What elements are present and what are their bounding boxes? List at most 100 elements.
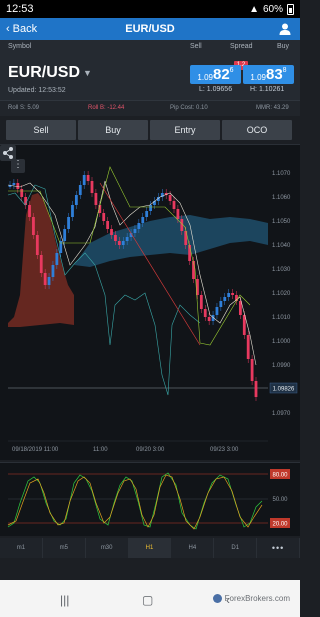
candle-body bbox=[43, 273, 47, 285]
price-chart[interactable]: 1.1070 1.1060 1.1050 1.1040 1.1030 1.1020 1.10… bbox=[0, 144, 300, 460]
candle-body bbox=[71, 205, 74, 217]
candle-body bbox=[82, 175, 86, 185]
oscillator-panel[interactable]: 80.00 50.00 20.00 bbox=[0, 462, 300, 536]
column-header: Symbol Sell Spread Buy bbox=[0, 40, 300, 54]
caret-down-icon: ▼ bbox=[83, 67, 92, 78]
candle-body bbox=[141, 217, 145, 223]
y-tick-label: 1.0990 bbox=[272, 363, 291, 369]
tf-m30[interactable]: m30 bbox=[86, 538, 129, 558]
status-time: 12:53 bbox=[6, 3, 34, 15]
watermark: ForexBrokers.com bbox=[212, 594, 290, 603]
home-icon[interactable]: ▢ bbox=[142, 593, 153, 607]
candle-body bbox=[67, 217, 70, 229]
more-icon[interactable]: ••• bbox=[257, 538, 300, 558]
y-tick-label: 1.1010 bbox=[272, 315, 291, 321]
sell-button[interactable]: Sell bbox=[6, 120, 76, 140]
candle-body bbox=[250, 359, 254, 381]
y-tick-label: 1.1060 bbox=[272, 195, 291, 201]
pip-cost: Pip Cost: 0.10 bbox=[170, 105, 208, 111]
candle-body bbox=[254, 381, 258, 397]
buy-price-big: 83 bbox=[265, 66, 283, 83]
candle-body bbox=[149, 205, 152, 211]
buy-price-pip: 8 bbox=[282, 67, 287, 74]
y-axis: 1.1070 1.1060 1.1050 1.1040 1.1030 1.1020 1.10… bbox=[272, 171, 291, 417]
back-button[interactable]: ‹ Back bbox=[0, 23, 70, 35]
roll-sell: Roll S: 5.09 bbox=[8, 105, 40, 111]
osc-50-label: 50.00 bbox=[272, 497, 288, 503]
y-tick-label: 1.1070 bbox=[272, 171, 291, 177]
candle-body bbox=[86, 175, 90, 181]
back-label: Back bbox=[12, 23, 38, 35]
high-price: H: 1.10261 bbox=[250, 86, 285, 93]
candle-body bbox=[117, 241, 121, 245]
col-buy: Buy bbox=[277, 43, 290, 50]
candle-body bbox=[219, 301, 223, 307]
chevron-left-icon: ‹ bbox=[6, 23, 10, 35]
y-tick-label: 1.1040 bbox=[272, 243, 291, 249]
candle-body bbox=[168, 195, 172, 201]
y-tick-label: 1.1000 bbox=[272, 339, 291, 345]
chart-menu-icon[interactable]: ⋮ bbox=[11, 159, 25, 173]
stochastic-d-line bbox=[7, 474, 263, 530]
candle-body bbox=[78, 185, 82, 195]
candle-body bbox=[90, 181, 94, 193]
y-tick-label: 1.1030 bbox=[272, 267, 291, 273]
y-tick-label: 1.1050 bbox=[272, 219, 291, 225]
candle-body bbox=[55, 253, 59, 265]
user-icon[interactable] bbox=[278, 22, 292, 36]
action-bar: Sell Buy Entry OCO bbox=[0, 118, 300, 142]
candle-body bbox=[199, 295, 203, 309]
watermark-text: ForexBrokers.com bbox=[224, 594, 290, 603]
candle-body bbox=[94, 193, 98, 205]
osc-80-label: 80.00 bbox=[272, 473, 288, 479]
tf-m5[interactable]: m5 bbox=[43, 538, 86, 558]
oco-button[interactable]: OCO bbox=[222, 120, 292, 140]
recent-apps-icon[interactable]: ||| bbox=[60, 593, 69, 607]
col-symbol: Symbol bbox=[8, 43, 32, 50]
candle-body bbox=[223, 297, 227, 301]
updated-time: Updated: 12:53:52 bbox=[8, 87, 66, 94]
x-tick-1: 11:00 bbox=[93, 447, 108, 453]
buy-price-button[interactable]: 1.09 83 8 bbox=[243, 65, 294, 84]
candle-body bbox=[137, 223, 141, 229]
mmr: MMR: 43.29 bbox=[256, 105, 289, 111]
candle-body bbox=[102, 213, 106, 221]
candle-body bbox=[207, 317, 211, 321]
page-title: EUR/USD bbox=[125, 23, 175, 35]
candle-body bbox=[121, 241, 125, 245]
sell-price-pip: 6 bbox=[229, 67, 234, 74]
candle-body bbox=[133, 229, 137, 233]
entry-button[interactable]: Entry bbox=[150, 120, 220, 140]
candle-body bbox=[16, 183, 20, 189]
col-sell: Sell bbox=[190, 43, 202, 50]
cloud-blue bbox=[74, 215, 268, 267]
col-spread: Spread bbox=[230, 43, 253, 50]
price-chart-svg: 1.1070 1.1060 1.1050 1.1040 1.1030 1.1020 1.10… bbox=[7, 166, 298, 453]
candle-body bbox=[12, 183, 16, 185]
candle-body bbox=[74, 195, 78, 205]
symbol-name: EUR/USD bbox=[8, 64, 81, 81]
candle-body bbox=[114, 235, 117, 241]
battery-text: 60% bbox=[262, 3, 283, 15]
share-icon[interactable] bbox=[0, 145, 16, 161]
candle-body bbox=[203, 309, 207, 317]
candle-body bbox=[20, 189, 24, 197]
symbol-selector[interactable]: EUR/USD ▼ bbox=[8, 64, 92, 82]
tf-h1[interactable]: H1 bbox=[128, 538, 172, 558]
candle-body bbox=[176, 209, 180, 219]
battery-icon bbox=[287, 3, 294, 15]
sell-price-big: 82 bbox=[212, 66, 230, 83]
y-tick-label: 1.1020 bbox=[272, 291, 291, 297]
status-bar: 12:53 ▲ 60% bbox=[0, 0, 300, 18]
candle-body bbox=[172, 201, 176, 209]
nav-bar: ‹ Back EUR/USD bbox=[0, 18, 300, 40]
candle-body bbox=[231, 293, 234, 295]
sell-price-button[interactable]: 1.09 82 6 bbox=[190, 65, 241, 84]
signal-icon: ▲ bbox=[249, 3, 259, 15]
tf-h4[interactable]: H4 bbox=[171, 538, 215, 558]
buy-button[interactable]: Buy bbox=[78, 120, 148, 140]
forexbrokers-logo-icon bbox=[212, 594, 222, 603]
tf-m1[interactable]: m1 bbox=[0, 538, 43, 558]
timeframe-bar: m1 m5 m30 H1 H4 D1 ••• bbox=[0, 538, 300, 558]
tf-d1[interactable]: D1 bbox=[214, 538, 258, 558]
